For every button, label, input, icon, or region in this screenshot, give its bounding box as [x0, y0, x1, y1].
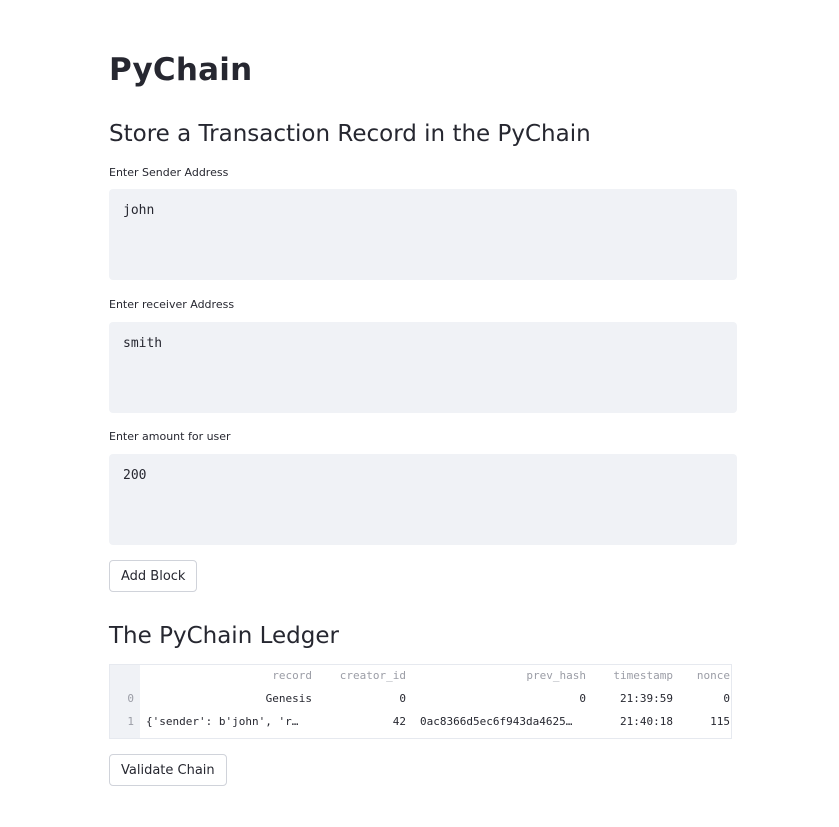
receiver-label: Enter receiver Address: [109, 298, 235, 311]
row-index: 1: [127, 715, 134, 728]
column-header-record[interactable]: record: [146, 665, 312, 687]
add-block-button[interactable]: Add Block: [109, 560, 198, 592]
validate-chain-button[interactable]: Validate Chain: [109, 754, 227, 786]
cell-record[interactable]: {'sender': b'john', 'r…: [146, 711, 312, 733]
cell-timestamp[interactable]: 21:39:59: [596, 688, 673, 710]
sender-label: Enter Sender Address: [109, 166, 229, 179]
cell-nonce[interactable]: 115: [682, 711, 730, 733]
table-row: 0 Genesis 0 0 21:39:59 0: [110, 688, 731, 710]
ledger-section-title: The PyChain Ledger: [109, 623, 339, 649]
column-header-timestamp[interactable]: timestamp: [596, 665, 673, 687]
cell-prev-hash[interactable]: 0ac8366d5ec6f943da4625…: [420, 711, 590, 733]
column-header-prev-hash[interactable]: prev_hash: [416, 665, 586, 687]
cell-timestamp[interactable]: 21:40:18: [596, 711, 673, 733]
cell-creator-id[interactable]: 0: [320, 688, 406, 710]
column-header-creator-id[interactable]: creator_id: [320, 665, 406, 687]
cell-creator-id[interactable]: 42: [320, 711, 406, 733]
cell-nonce[interactable]: 0: [682, 688, 730, 710]
amount-label: Enter amount for user: [109, 430, 231, 443]
column-header-nonce[interactable]: nonce: [682, 665, 730, 687]
amount-input[interactable]: 200: [109, 454, 737, 545]
cell-record[interactable]: Genesis: [146, 688, 312, 710]
table-header-row: record creator_id prev_hash timestamp no…: [110, 665, 731, 687]
sender-address-input[interactable]: john: [109, 189, 737, 280]
cell-prev-hash[interactable]: 0: [416, 688, 586, 710]
page-title: PyChain: [109, 52, 253, 88]
ledger-table[interactable]: record creator_id prev_hash timestamp no…: [109, 664, 732, 739]
row-index: 0: [127, 692, 134, 705]
table-row: 1 {'sender': b'john', 'r… 42 0ac8366d5ec…: [110, 711, 731, 733]
receiver-address-input[interactable]: smith: [109, 322, 737, 413]
transaction-section-title: Store a Transaction Record in the PyChai…: [109, 121, 591, 147]
